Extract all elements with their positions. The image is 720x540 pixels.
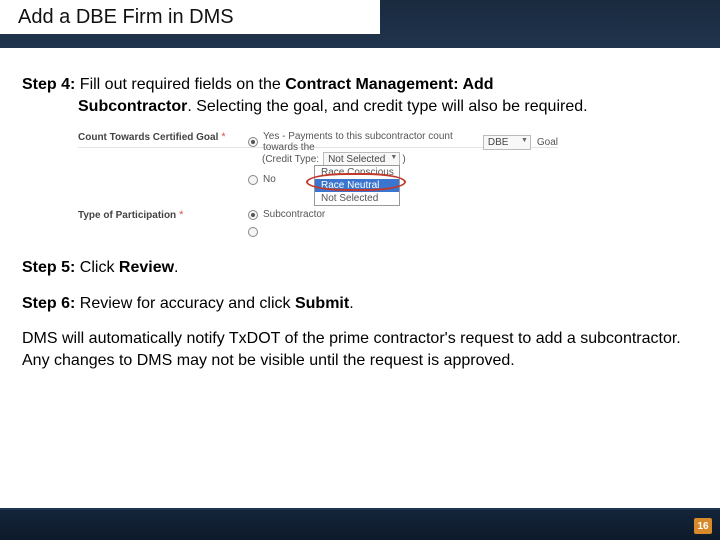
opt-not-selected[interactable]: Not Selected <box>315 192 399 205</box>
goal-word: Goal <box>537 137 558 148</box>
body: Step 4: Fill out required fields on the … <box>0 60 720 510</box>
credit-close: ) <box>402 154 405 165</box>
yes-label: Yes - Payments to this subcontractor cou… <box>263 131 477 153</box>
step5-t2: . <box>174 259 178 276</box>
step4-text: Step 4: Fill out required fields on the … <box>22 74 698 117</box>
step4-b2: Subcontractor <box>78 98 187 115</box>
step6-t1: Review for accuracy and click <box>75 295 295 312</box>
step5-t1: Click <box>75 259 119 276</box>
step6-lead: Step 6: <box>22 295 75 312</box>
radio-other[interactable] <box>248 227 258 237</box>
step4-t2: . Selecting the goal, and credit type wi… <box>187 98 587 115</box>
step5-b1: Review <box>119 259 174 276</box>
note-text: DMS will automatically notify TxDOT of t… <box>22 328 698 371</box>
count-label: Count Towards Certified Goal <box>78 132 218 143</box>
header: Add a DBE Firm in DMS <box>0 0 720 48</box>
step6-b1: Submit <box>295 295 349 312</box>
goal-select[interactable]: DBE <box>483 135 531 150</box>
step5-lead: Step 5: <box>22 259 75 276</box>
step6-text: Step 6: Review for accuracy and click Su… <box>22 293 698 315</box>
radio-no[interactable] <box>248 175 258 185</box>
credit-label: (Credit Type: <box>262 154 319 165</box>
page-title: Add a DBE Firm in DMS <box>18 6 234 29</box>
footer: 16 <box>0 510 720 540</box>
radio-yes[interactable] <box>248 137 258 147</box>
radio-subcontractor[interactable] <box>248 210 258 220</box>
step5-text: Step 5: Click Review. <box>22 257 698 279</box>
form-screenshot: Count Towards Certified Goal * Yes - Pay… <box>78 129 558 239</box>
step4-lead: Step 4: <box>22 76 75 93</box>
step4-t1: Fill out required fields on the <box>75 76 285 93</box>
slide: Add a DBE Firm in DMS Step 4: Fill out r… <box>0 0 720 540</box>
no-label: No <box>263 174 276 185</box>
step4-b1: Contract Management: Add <box>285 76 493 93</box>
sub-label: Subcontractor <box>263 209 325 220</box>
page-number: 16 <box>694 518 712 534</box>
header-divider <box>0 46 720 48</box>
required-asterisk: * <box>221 131 225 143</box>
type-label: Type of Participation <box>78 210 176 221</box>
credit-dropdown[interactable]: Race Conscious Race Neutral Not Selected <box>314 165 400 206</box>
step6-t2: . <box>349 295 353 312</box>
required-asterisk-2: * <box>179 209 183 221</box>
